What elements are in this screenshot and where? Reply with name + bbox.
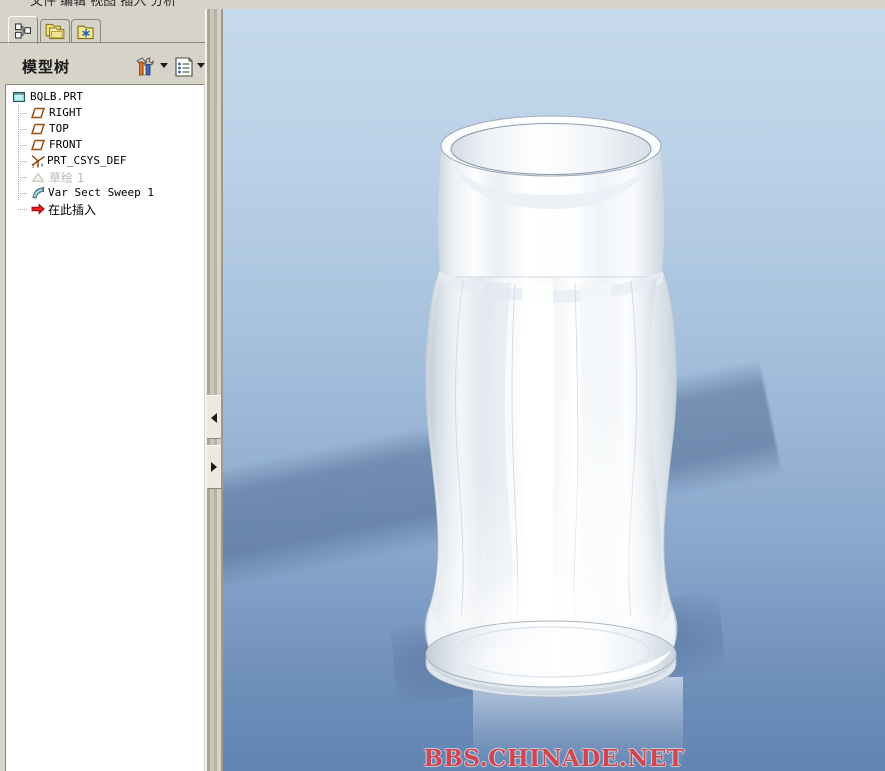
tree-item-label: Var Sect Sweep 1 (48, 186, 154, 199)
panel-splitter[interactable] (205, 9, 223, 771)
tab-model-tree[interactable] (8, 16, 38, 44)
glass-rim-inner (450, 122, 652, 176)
tree-item-label: TOP (49, 122, 69, 135)
tree-item-coordinate-system[interactable]: x z PRT_CSYS_DEF (6, 153, 204, 170)
display-list-button[interactable] (172, 54, 196, 80)
foot-hotspot (451, 641, 595, 677)
watermark-text: BBS.CHINADE.NET (423, 745, 685, 771)
insert-here-arrow-icon (30, 201, 46, 217)
list-settings-icon (175, 57, 193, 77)
clipped-menu-bar: 文件 编辑 视图 插入 分析 (0, 0, 885, 9)
chevron-left-icon[interactable] (211, 413, 217, 423)
var-sect-sweep-icon (30, 185, 46, 201)
glass-flutes (426, 269, 675, 661)
model-tree[interactable]: BQLB.PRT RIGHT TOP FRONT x z PRT_CSYS_DE… (5, 84, 204, 771)
tab-favorites[interactable] (71, 19, 101, 43)
tree-item-datum-front[interactable]: FRONT (6, 137, 204, 153)
tree-item-label: PRT_CSYS_DEF (47, 154, 127, 167)
tree-item-datum-top[interactable]: TOP (6, 121, 204, 137)
folder-layers-icon (45, 23, 65, 40)
tree-item-label: RIGHT (49, 106, 83, 119)
tree-item-part[interactable]: BQLB.PRT (6, 89, 204, 105)
hammer-wrench-icon (136, 57, 154, 76)
datum-plane-icon (30, 105, 46, 121)
tree-item-label: 在此插入 (48, 203, 97, 217)
tab-folder-browser[interactable] (40, 19, 70, 43)
tree-item-insert-here[interactable]: 在此插入 (6, 201, 204, 217)
tree-item-sketch[interactable]: 草绘 1 (6, 169, 204, 185)
part-icon (11, 89, 27, 105)
folder-favorites-icon (77, 25, 94, 40)
sketch-icon (30, 169, 46, 185)
chevron-right-icon[interactable] (211, 462, 217, 472)
navigator-tab-strip (0, 16, 205, 44)
navigator-panel: 模型树 BQLB.PRT RIGHT TOP FRONT x z PRT_CSY… (0, 9, 205, 771)
tree-header: 模型树 (0, 54, 205, 82)
chevron-down-icon-tools[interactable] (160, 63, 168, 68)
tree-item-datum-right[interactable]: RIGHT (6, 105, 204, 121)
settings-tools-button[interactable] (133, 54, 158, 80)
application-window: 文件 编辑 视图 插入 分析 模型树 BQLB.PRT RIGHT TOP FR… (0, 0, 885, 771)
tree-item-var-sect-sweep[interactable]: Var Sect Sweep 1 (6, 185, 204, 201)
tab-strip-underline (0, 42, 205, 43)
datum-plane-icon (30, 121, 46, 137)
tree-item-label: BQLB.PRT (30, 90, 83, 103)
datum-plane-icon (30, 137, 46, 153)
model-tree-icon (14, 23, 32, 39)
clipped-menu-text: 文件 编辑 视图 插入 分析 (30, 0, 177, 9)
graphics-viewport[interactable]: BBS.CHINADE.NET (223, 9, 885, 771)
chevron-down-icon-list[interactable] (197, 63, 205, 68)
tree-item-label: 草绘 1 (49, 171, 85, 185)
coordinate-system-icon: x z (30, 153, 46, 170)
svg-text:x: x (41, 163, 44, 169)
glass-model[interactable] (223, 9, 885, 771)
model-tree-title: 模型树 (22, 58, 71, 76)
tree-item-label: FRONT (49, 138, 83, 151)
